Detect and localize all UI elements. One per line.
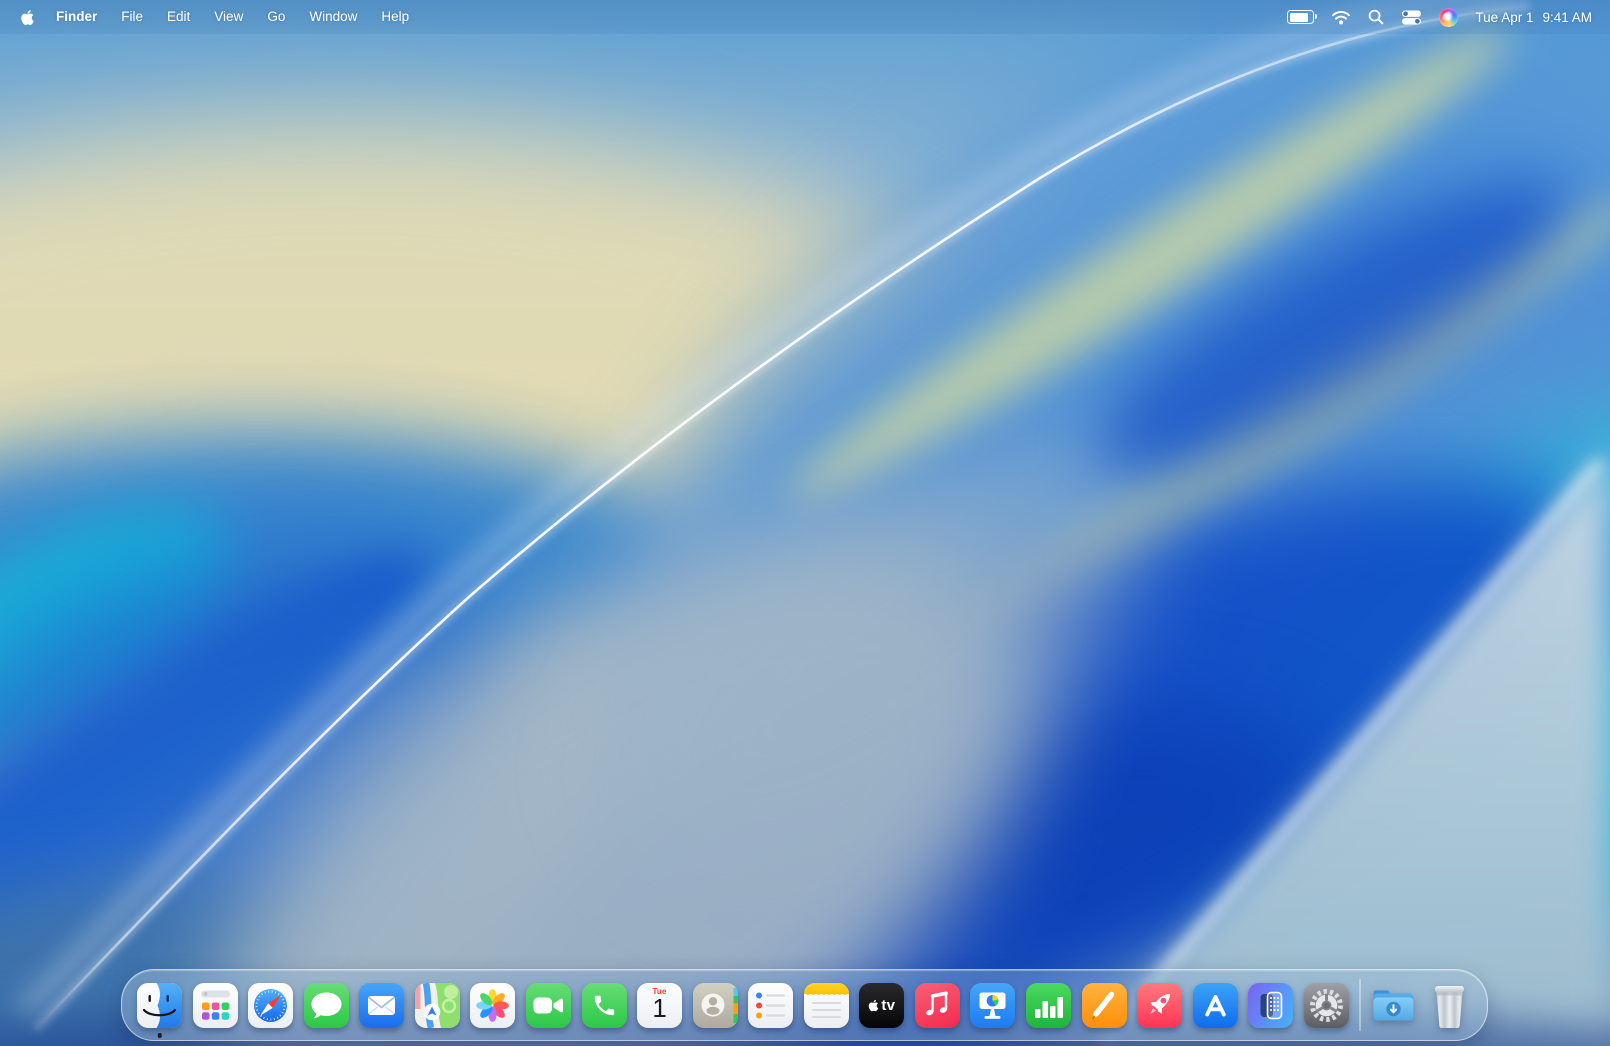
app-store-icon [1204,994,1226,1016]
dock-downloads-folder[interactable] [1371,983,1416,1028]
finder-icon [142,982,182,1028]
dock-app-rocket[interactable] [1137,982,1183,1028]
maps-icon [414,982,460,1028]
dock-app-settings[interactable] [1303,982,1349,1028]
battery-icon[interactable] [1287,10,1318,24]
dock-app-messages[interactable] [303,982,349,1028]
menu-edit[interactable]: Edit [155,0,202,34]
messages-icon [311,992,342,1018]
dock-app-notes[interactable] [803,982,849,1028]
siri-icon[interactable] [1439,7,1459,27]
dock-app-numbers[interactable] [1026,982,1071,1028]
dock-app-maps[interactable] [414,982,460,1028]
reminders-icon [756,992,786,1018]
control-center-icon[interactable] [1401,10,1422,25]
apple-tv-icon: tv [859,983,904,1028]
apps-launchpad-icon [200,990,230,1020]
dock-app-facetime[interactable] [525,982,571,1028]
rocket-icon [1150,993,1171,1014]
dock-app-mail[interactable] [359,982,405,1028]
menu-view[interactable]: View [202,0,255,34]
apple-menu-icon[interactable] [20,9,44,26]
pages-icon [1091,991,1114,1019]
music-icon [926,991,948,1015]
photos-icon [476,988,510,1022]
menubar-time: 9:41 AM [1542,9,1592,25]
safari-icon [254,988,288,1022]
apple-logo-icon [21,9,34,25]
notes-icon [803,982,849,995]
dock-app-photos[interactable] [470,982,516,1028]
contacts-icon [701,987,738,1023]
menu-finder[interactable]: Finder [44,0,109,34]
menu-go[interactable]: Go [255,0,297,34]
dock-app-appstore[interactable]: A [1192,982,1238,1028]
dock-app-safari[interactable] [248,982,294,1028]
dock-app-calendar[interactable]: Tue 1 [637,982,683,1028]
downloads-folder-icon [1373,990,1414,1020]
menu-bar: Finder File Edit View Go Window Help Tue… [0,0,1610,34]
spotlight-search-icon[interactable] [1368,9,1384,25]
keynote-icon [979,992,1006,1019]
menubar-date: Tue Apr 1 [1475,9,1534,25]
menubar-clock[interactable]: Tue Apr 1 9:41 AM [1475,10,1592,25]
trash-icon [1435,985,1464,1028]
mail-icon [368,995,396,1015]
dock-app-finder[interactable] [137,982,182,1038]
dock-separator [1359,979,1361,1031]
dock-app-reminders[interactable] [748,982,794,1028]
dock-app-phone[interactable] [581,982,627,1028]
dock-app-keynote[interactable] [970,982,1016,1028]
dock-app-pages[interactable] [1081,982,1127,1028]
dock-app-iphone-mirroring[interactable] [1248,982,1294,1028]
calendar-icon: Tue 1 [637,983,682,1028]
finder-running-indicator [157,1033,162,1038]
dock-trash[interactable] [1427,983,1472,1028]
facetime-icon [533,997,563,1013]
system-settings-gear-icon [1309,988,1343,1022]
menu-window[interactable]: Window [297,0,369,34]
calendar-day: 1 [652,992,667,1023]
iphone-mirroring-icon [1260,991,1283,1019]
menu-help[interactable]: Help [369,0,421,34]
dock-app-launchpad[interactable] [192,982,238,1028]
wifi-icon[interactable] [1331,10,1351,25]
wallpaper-art [0,0,1610,1046]
desktop-wallpaper [0,0,1610,1046]
menu-file[interactable]: File [109,0,155,34]
dock: Tue 1 tv [121,969,1488,1041]
dock-app-music[interactable] [914,982,960,1028]
dock-app-contacts[interactable] [692,982,738,1028]
phone-icon [594,995,614,1015]
dock-app-tv[interactable]: tv [859,982,905,1028]
numbers-icon [1035,996,1063,1018]
